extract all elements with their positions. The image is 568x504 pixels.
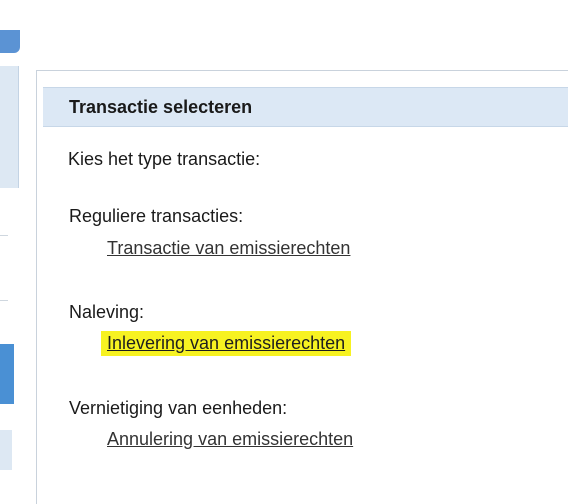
cancel-emission-allowances-link[interactable]: Annulering van emissierechten xyxy=(107,429,353,450)
left-nav-panel-fragment xyxy=(0,66,19,188)
panel-header: Transactie selecteren xyxy=(43,87,568,127)
left-nav-selected-fragment[interactable] xyxy=(0,344,14,404)
transaction-select-panel: Transactie selecteren Kies het type tran… xyxy=(36,70,568,504)
section-heading-compliance: Naleving: xyxy=(69,302,145,322)
left-nav-tab-fragment[interactable] xyxy=(0,30,20,53)
section-heading-regular: Reguliere transacties: xyxy=(69,206,244,226)
panel-title: Transactie selecteren xyxy=(69,97,253,117)
left-nav-divider xyxy=(0,300,8,301)
transfer-emission-allowances-link[interactable]: Transactie van emissierechten xyxy=(107,238,350,259)
transaction-type-prompt: Kies het type transactie: xyxy=(68,149,261,169)
left-nav-panel-fragment xyxy=(0,430,12,470)
screen: Transactie selecteren Kies het type tran… xyxy=(0,0,568,504)
section-heading-cancellation: Vernietiging van eenheden: xyxy=(69,398,288,418)
left-nav-divider xyxy=(0,235,8,236)
surrender-emission-allowances-link[interactable]: Inlevering van emissierechten xyxy=(101,331,352,356)
